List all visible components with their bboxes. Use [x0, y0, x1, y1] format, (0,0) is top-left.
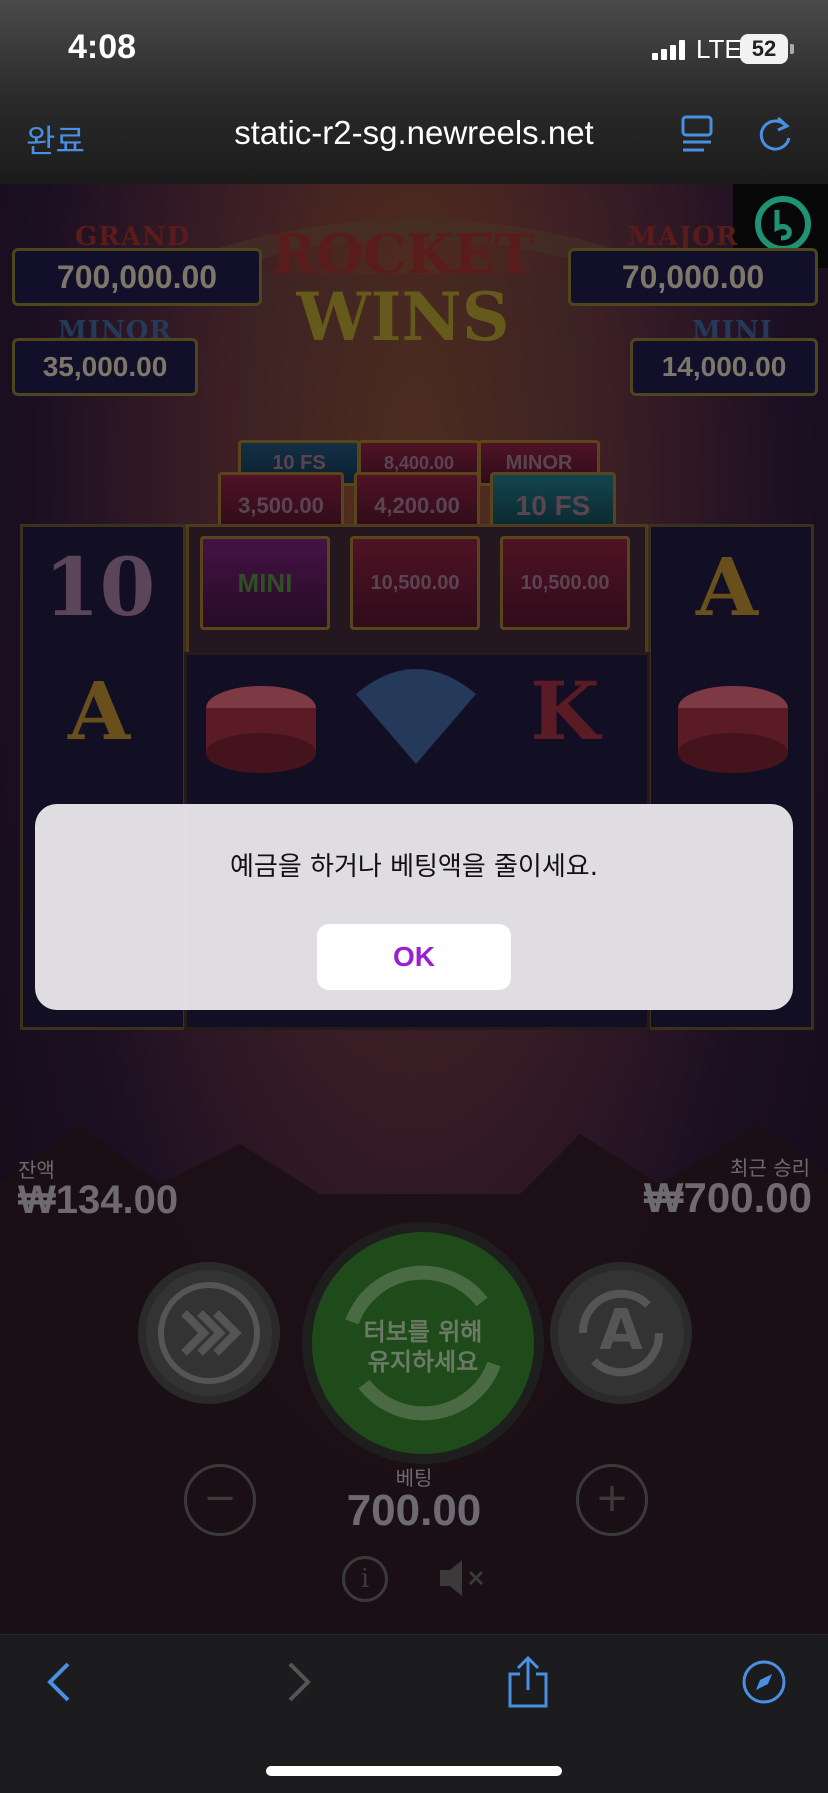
balance-value: ₩134.00 [18, 1178, 179, 1222]
last-win-value: ₩700.00 [643, 1174, 812, 1221]
home-indicator [266, 1766, 562, 1776]
back-icon[interactable] [40, 1660, 80, 1704]
spin-button[interactable]: 터보를 위해 유지하세요 [302, 1222, 544, 1464]
info-button[interactable]: i [342, 1556, 388, 1602]
bet-increase-button[interactable]: + [576, 1464, 648, 1536]
turbo-button[interactable] [138, 1262, 280, 1404]
status-time: 4:08 [68, 28, 137, 66]
spin-hint-line2: 유지하세요 [367, 1348, 479, 1376]
reader-view-icon[interactable] [680, 114, 714, 154]
reload-icon[interactable] [756, 114, 796, 154]
alert-dialog: 예금을 하거나 베팅액을 줄이세요. OK [35, 804, 793, 1010]
dialog-message: 예금을 하거나 베팅액을 줄이세요. [230, 852, 598, 882]
fast-forward-icon [158, 1282, 260, 1384]
mute-icon[interactable] [436, 1556, 492, 1600]
share-icon[interactable] [504, 1654, 552, 1710]
ok-button[interactable]: OK [317, 924, 511, 990]
battery-icon: 52 [740, 34, 794, 64]
forward-icon[interactable] [278, 1660, 318, 1704]
network-label: LTE [696, 34, 742, 64]
signal-icon [652, 40, 686, 60]
compass-icon[interactable] [740, 1658, 788, 1706]
bet-value: 700.00 [346, 1486, 482, 1535]
autoplay-button[interactable]: A [550, 1262, 692, 1404]
autoplay-label: A [599, 1298, 643, 1363]
